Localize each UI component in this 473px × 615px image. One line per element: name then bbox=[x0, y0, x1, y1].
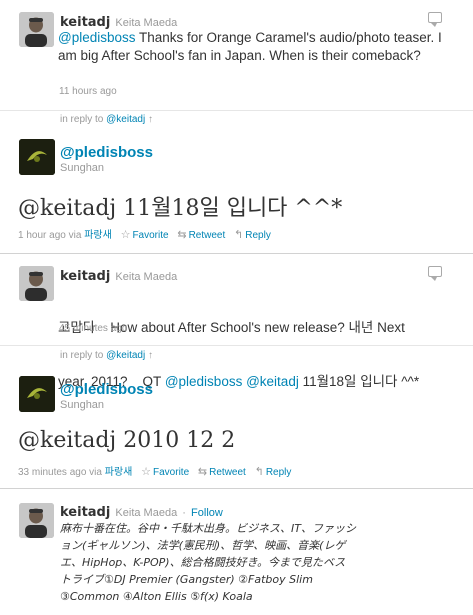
username[interactable]: @pledisboss bbox=[60, 144, 153, 161]
in-reply-to[interactable]: in reply to @keitadj ↑ bbox=[60, 350, 153, 361]
divider bbox=[0, 110, 473, 111]
follow-button[interactable]: Follow bbox=[191, 507, 223, 519]
speech-bubble-icon[interactable] bbox=[428, 266, 442, 281]
tweet-actions: 1 hour ago via 파랑새 ☆ Favorite ⇆ Retweet ↰ R… bbox=[18, 229, 271, 241]
username[interactable]: keitadj bbox=[60, 15, 110, 30]
retweet-button[interactable]: ⇆ Retweet bbox=[177, 229, 225, 241]
via-client-link[interactable]: 파랑새 bbox=[84, 230, 112, 241]
star-icon: ☆ bbox=[141, 466, 152, 478]
arrow-up-icon: ↑ bbox=[147, 114, 153, 125]
display-name: Sunghan bbox=[60, 399, 105, 411]
reply-arrow-icon: ↰ bbox=[234, 229, 244, 241]
username[interactable]: @pledisboss bbox=[60, 381, 153, 398]
timestamp[interactable]: 1 hour ago bbox=[18, 230, 66, 241]
tweet-text: @keitadj 2010 12 2 bbox=[18, 428, 236, 453]
via-client-link[interactable]: 파랑새 bbox=[105, 467, 133, 478]
username[interactable]: keitadj bbox=[60, 269, 110, 284]
in-reply-user[interactable]: @keitadj bbox=[106, 350, 145, 361]
mention-link[interactable]: @pledisboss bbox=[58, 30, 136, 45]
tweet-card: @pledisboss Sunghan @keitadj 2010 12 2 3… bbox=[0, 365, 473, 483]
full-name: Keita Maeda bbox=[115, 507, 178, 519]
speech-bubble-icon[interactable] bbox=[428, 12, 442, 27]
tweet-text: @keitadj 11월18일 입니다 ^^* bbox=[18, 196, 343, 221]
star-icon: ☆ bbox=[120, 229, 131, 241]
reply-button[interactable]: ↰ Reply bbox=[234, 229, 271, 241]
in-reply-to[interactable]: in reply to @keitadj ↑ bbox=[60, 114, 153, 125]
avatar[interactable] bbox=[19, 266, 54, 301]
divider bbox=[0, 345, 473, 346]
tweet-card: keitadj Keita Maeda @pledisboss Thanks f… bbox=[0, 0, 473, 110]
display-name: Sunghan bbox=[60, 162, 105, 174]
timestamp[interactable]: 45 minutes ago bbox=[59, 323, 127, 334]
reply-arrow-icon: ↰ bbox=[254, 466, 264, 478]
retweet-icon: ⇆ bbox=[177, 229, 187, 241]
avatar[interactable] bbox=[19, 12, 54, 47]
tweet-card: keitadj Keita Maeda 고맙다 How about After … bbox=[0, 254, 473, 389]
in-reply-user[interactable]: @keitadj bbox=[106, 114, 145, 125]
retweet-icon: ⇆ bbox=[197, 466, 208, 478]
tweet-card: @pledisboss Sunghan @keitadj 11월18일 입니다 … bbox=[0, 128, 473, 246]
avatar[interactable] bbox=[19, 503, 54, 538]
profile-bio: 麻布十番在住。谷中・千駄木出身。ビジネス、IT、ファッシ ョン(ギャルソン)、法… bbox=[60, 522, 356, 603]
username[interactable]: keitadj bbox=[60, 505, 110, 520]
arrow-up-icon: ↑ bbox=[147, 350, 153, 361]
favorite-button[interactable]: ☆ Favorite bbox=[141, 466, 189, 478]
timestamp[interactable]: 33 minutes ago bbox=[18, 467, 86, 478]
reply-button[interactable]: ↰ Reply bbox=[254, 466, 292, 478]
full-name: Keita Maeda bbox=[115, 271, 178, 283]
profile-card: keitadj Keita Maeda · Follow 麻布十番在住。谷中・千… bbox=[0, 489, 473, 615]
avatar[interactable] bbox=[19, 376, 55, 412]
timestamp[interactable]: 11 hours ago bbox=[59, 86, 117, 97]
tweet-text: @pledisboss Thanks for Orange Caramel's … bbox=[58, 29, 453, 65]
full-name: Keita Maeda bbox=[115, 17, 178, 29]
retweet-button[interactable]: ⇆ Retweet bbox=[197, 466, 246, 478]
avatar[interactable] bbox=[19, 139, 55, 175]
separator: · bbox=[182, 507, 186, 519]
tweet-actions: 33 minutes ago via 파랑새 ☆ Favorite ⇆ Retwee… bbox=[18, 466, 292, 478]
favorite-button[interactable]: ☆ Favorite bbox=[120, 229, 169, 241]
